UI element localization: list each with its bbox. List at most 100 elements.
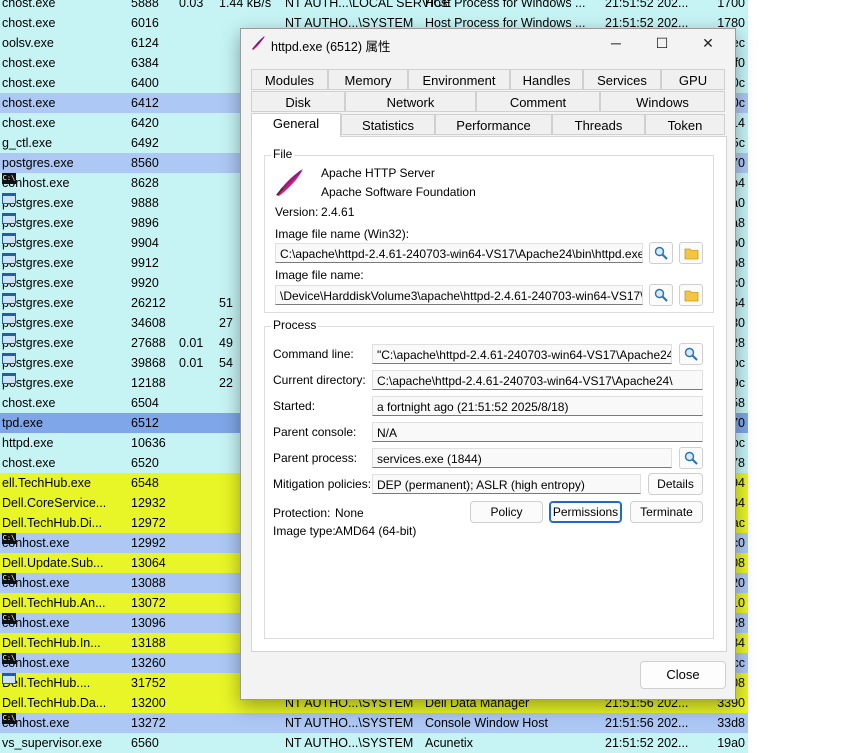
process-pid: 13064: [131, 553, 177, 573]
tab-disk[interactable]: Disk: [251, 91, 345, 112]
parent-console-field[interactable]: N/A: [372, 422, 703, 442]
process-name: Dell.TechHub.Di...: [2, 513, 128, 533]
process-pid-text: 27688: [131, 336, 166, 350]
process-io-text: 22: [219, 376, 233, 390]
native-path-field[interactable]: \Device\HarddiskVolume3\apache\httpd-2.4…: [275, 285, 643, 305]
console-icon: C:\: [2, 573, 16, 584]
win32-path-field[interactable]: C:\apache\httpd-2.4.61-240703-win64-VS17…: [275, 243, 643, 263]
process-time-text: 21:51:52 202...: [605, 736, 689, 750]
process-pid-text: 34608: [131, 316, 166, 330]
tab-gpu[interactable]: GPU: [661, 69, 725, 90]
tab-threads[interactable]: Threads: [552, 114, 645, 135]
process-pid-text: 12932: [131, 496, 166, 510]
parent-process-field[interactable]: services.exe (1844): [372, 448, 672, 468]
process-name: C:\ conhost.exe: [2, 713, 128, 733]
tab-statistics[interactable]: Statistics: [341, 114, 435, 135]
process-pid-text: 6400: [131, 76, 159, 90]
tab-performance[interactable]: Performance: [435, 114, 552, 135]
process-cpu: 0.01: [179, 333, 219, 353]
mitigation-policies-field[interactable]: DEP (permanent); ASLR (high entropy): [372, 474, 641, 494]
process-pid: 6384: [131, 53, 177, 73]
search-button[interactable]: [649, 284, 673, 306]
window-icon: [2, 233, 16, 244]
process-pid-text: 6520: [131, 456, 159, 470]
process-row[interactable]: chost.exe 5888 0.03 1.44 kB/s NT AUTH...\LOC…: [0, 0, 748, 13]
process-group: Process Command line: "C:\apache\httpd-2…: [264, 318, 714, 639]
command-line-field[interactable]: "C:\apache\httpd-2.4.61-240703-win64-VS1…: [372, 344, 672, 364]
tab-modules[interactable]: Modules: [251, 69, 328, 90]
process-pid-text: 31752: [131, 676, 166, 690]
console-icon: C:\: [2, 613, 16, 624]
permissions-button[interactable]: Permissions: [549, 501, 622, 523]
process-name: chost.exe: [2, 73, 128, 93]
process-name: C:\ conhost.exe: [2, 533, 128, 553]
win32-path-label: Image file name (Win32):: [275, 227, 410, 241]
title-bar[interactable]: httpd.exe (6512) 属性 ─ ☐ ✕: [241, 29, 735, 57]
process-name: chost.exe: [2, 453, 128, 473]
process-pid-text: 13072: [131, 596, 166, 610]
process-pid: 13072: [131, 593, 177, 613]
terminate-button[interactable]: Terminate: [630, 501, 703, 523]
process-pid: 13272: [131, 713, 177, 733]
started-field[interactable]: a fortnight ago (21:51:52 2025/8/18): [372, 396, 703, 416]
details-button[interactable]: Details: [648, 473, 703, 495]
search-button[interactable]: [679, 343, 703, 365]
minimize-button[interactable]: ─: [593, 29, 639, 57]
close-window-button[interactable]: ✕: [685, 29, 731, 57]
process-name: tpd.exe: [2, 413, 128, 433]
process-name: chost.exe: [2, 53, 128, 73]
process-pid-text: 9912: [131, 256, 159, 270]
console-icon: C:\: [2, 173, 16, 184]
open-folder-button[interactable]: [679, 242, 703, 264]
process-pid: 26212: [131, 293, 177, 313]
process-name: vs_supervisor.exe: [2, 733, 128, 753]
process-row[interactable]: C:\ conhost.exe 13272 NT AUTHO...\SYSTEM Con…: [0, 713, 748, 733]
process-pid-text: 6548: [131, 476, 159, 490]
process-pid: 31752: [131, 673, 177, 693]
tab-windows[interactable]: Windows: [600, 91, 725, 112]
maximize-button[interactable]: ☐: [639, 29, 685, 57]
process-pid: 6492: [131, 133, 177, 153]
tab-comment[interactable]: Comment: [476, 91, 600, 112]
process-pid-text: 9904: [131, 236, 159, 250]
process-name: C:\ conhost.exe: [2, 173, 128, 193]
process-name: postgres.exe: [2, 153, 128, 173]
process-name-text: Dell.Update.Sub...: [2, 556, 104, 570]
process-pid-text: 6016: [131, 16, 159, 30]
policy-button[interactable]: Policy: [470, 501, 543, 523]
process-pid: 13200: [131, 693, 177, 713]
current-directory-field[interactable]: C:\apache\httpd-2.4.61-240703-win64-VS17…: [372, 370, 703, 390]
search-button[interactable]: [649, 242, 673, 264]
process-name: C:\ conhost.exe: [2, 573, 128, 593]
process-name: postgres.exe: [2, 293, 128, 313]
process-name: Dell.TechHub.Da...: [2, 693, 128, 713]
window-icon: [2, 313, 16, 324]
apache-feather-icon: [252, 36, 265, 50]
tab-memory[interactable]: Memory: [328, 69, 408, 90]
close-button[interactable]: Close: [640, 661, 726, 689]
search-button[interactable]: [679, 447, 703, 469]
process-pid-text: 6560: [131, 736, 159, 750]
process-name-text: Dell.TechHub.An...: [2, 596, 106, 610]
mitigation-policies-label: Mitigation policies:: [273, 477, 372, 491]
window-icon: [2, 373, 16, 384]
process-row[interactable]: vs_supervisor.exe 6560 NT AUTHO...\SYSTEM A…: [0, 733, 748, 753]
tab-token[interactable]: Token: [645, 114, 725, 135]
process-pid: 6016: [131, 13, 177, 33]
image-type-label: Image type:: [273, 524, 336, 538]
process-pid-text: 9888: [131, 196, 159, 210]
tab-general[interactable]: General: [251, 113, 341, 137]
process-pid: 6520: [131, 453, 177, 473]
open-folder-button[interactable]: [679, 284, 703, 306]
tab-handles[interactable]: Handles: [510, 69, 583, 90]
tab-services[interactable]: Services: [583, 69, 661, 90]
process-user-text: NT AUTHO...\SYSTEM: [285, 716, 414, 730]
tab-environment[interactable]: Environment: [408, 69, 510, 90]
process-desc: Console Window Host: [425, 713, 605, 733]
tab-network[interactable]: Network: [345, 91, 476, 112]
file-group: File Apache HTTP Server Apache Software …: [264, 147, 714, 313]
process-pid: 6504: [131, 393, 177, 413]
process-cpu-text: 0.01: [179, 356, 204, 370]
process-pid: 9912: [131, 253, 177, 273]
process-name-text: chost.exe: [2, 16, 56, 30]
